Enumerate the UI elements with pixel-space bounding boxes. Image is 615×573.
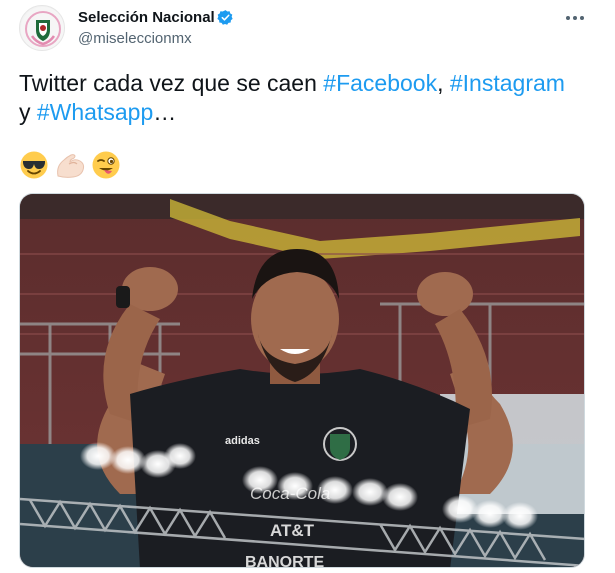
tweet-text: Twitter cada vez que se caen #Facebook, … bbox=[19, 69, 599, 127]
verified-badge-icon bbox=[217, 10, 233, 25]
smiling-face-with-sunglasses-icon bbox=[20, 151, 48, 179]
dot bbox=[573, 16, 577, 20]
more-options-icon[interactable] bbox=[562, 8, 588, 28]
jersey-brand: adidas bbox=[225, 435, 260, 447]
mexico-crest-pink-ribbon-icon bbox=[21, 7, 64, 50]
sponsor-banorte: BANORTE bbox=[245, 554, 324, 568]
hashtag-whatsapp[interactable]: #Whatsapp bbox=[37, 99, 153, 125]
hashtag-instagram[interactable]: #Instagram bbox=[450, 70, 565, 96]
handle[interactable]: @miseleccionmx bbox=[78, 30, 192, 47]
photo-scene: adidas Coca-Cola AT&T BANORTE bbox=[20, 194, 584, 568]
display-name[interactable]: Selección Nacional bbox=[78, 9, 215, 26]
player-flexing-photo[interactable]: adidas Coca-Cola AT&T BANORTE bbox=[19, 193, 585, 568]
sponsor-att: AT&T bbox=[270, 521, 315, 540]
winking-face-with-tongue-icon bbox=[92, 151, 120, 179]
dot bbox=[580, 16, 584, 20]
dot bbox=[566, 16, 570, 20]
avatar[interactable] bbox=[19, 5, 65, 51]
hashtag-facebook[interactable]: #Facebook bbox=[323, 70, 437, 96]
ellipsis: … bbox=[153, 99, 177, 125]
tweet-text-start: Twitter cada vez que se caen bbox=[19, 70, 324, 96]
separator: y bbox=[19, 99, 37, 125]
tweet: Selección Nacional @miseleccionmx Twitte… bbox=[0, 0, 615, 573]
separator: , bbox=[437, 70, 450, 96]
emoji-row bbox=[19, 150, 121, 184]
flexed-biceps-icon bbox=[57, 154, 85, 178]
